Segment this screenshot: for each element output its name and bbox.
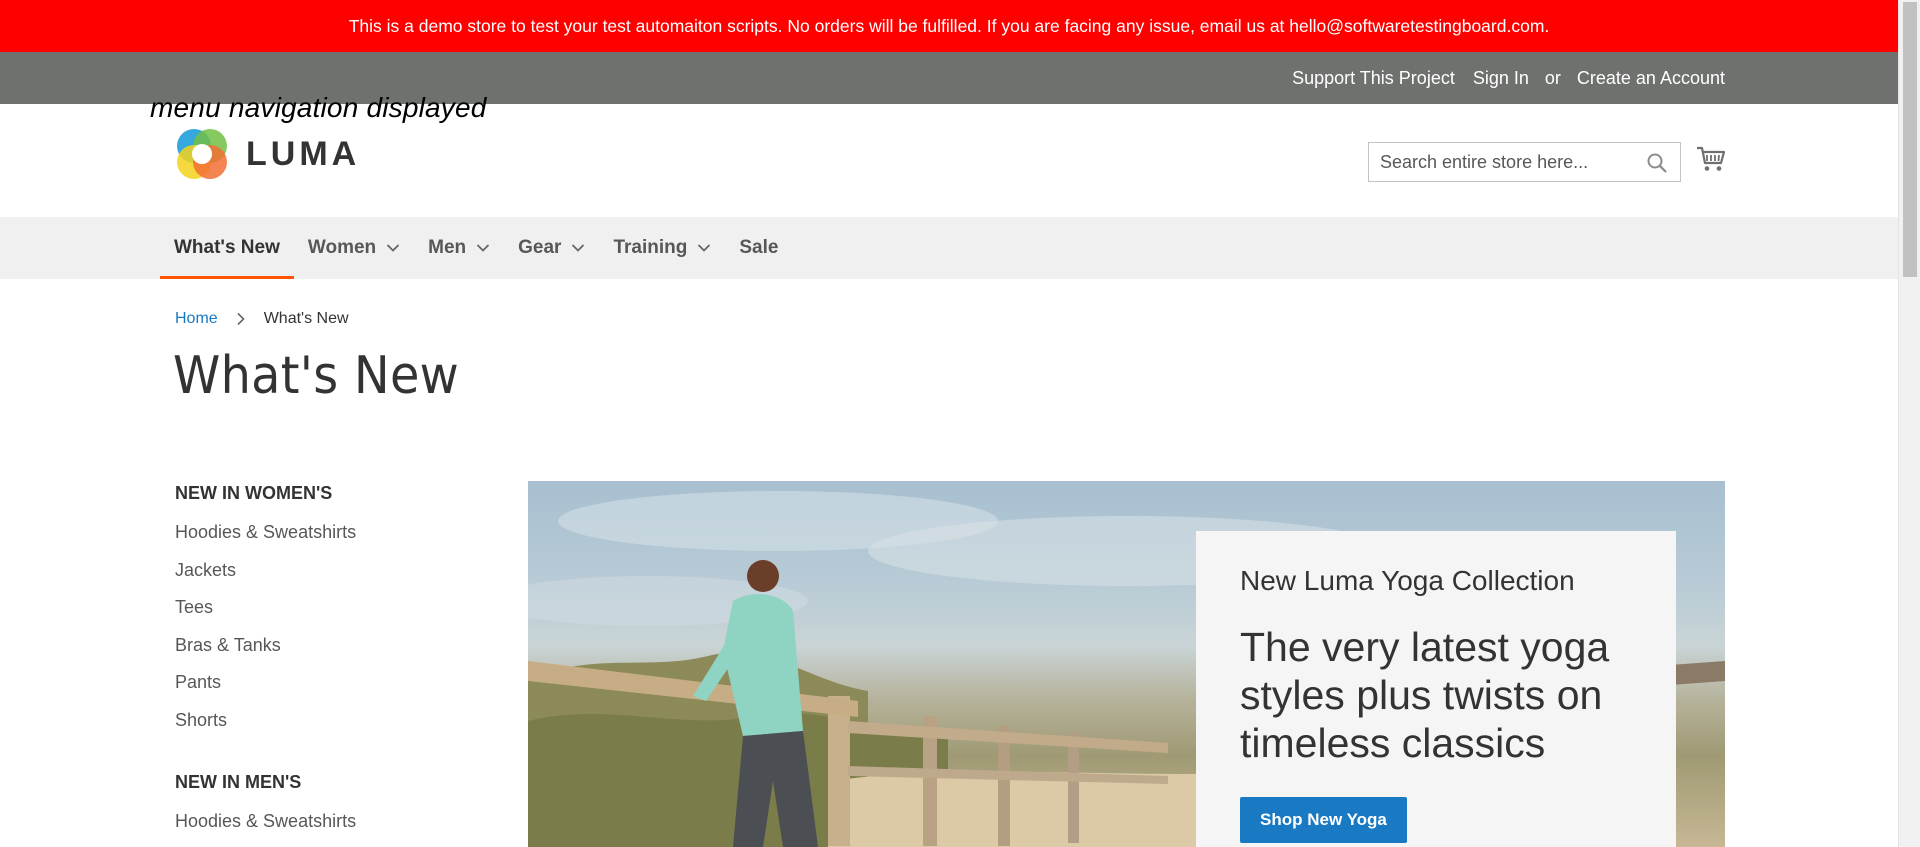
luma-logo[interactable]: LUMA — [174, 126, 360, 182]
support-project-link[interactable]: Support This Project — [1292, 68, 1455, 89]
nav-item-label: Women — [307, 237, 377, 258]
nav-item-label: Training — [613, 237, 688, 258]
or-separator: or — [1544, 67, 1561, 88]
overlay-caption: menu navigation displayed — [150, 92, 487, 123]
sidebar-item-women-pants[interactable]: Pants — [175, 664, 495, 702]
search-input[interactable] — [1369, 144, 1639, 180]
sidebar-list-men: Hoodies & Sweatshirts — [175, 803, 495, 841]
sidebar-item-women-jackets[interactable]: Jackets — [175, 552, 495, 590]
logo-text: LUMA — [246, 134, 361, 173]
sign-in-link[interactable]: Sign In — [1473, 68, 1529, 89]
chevron-down-icon — [387, 244, 400, 252]
sidebar-section-title-men: NEW IN MEN'S — [175, 772, 302, 792]
chevron-down-icon — [572, 244, 585, 252]
sidebar-item-women-tees[interactable]: Tees — [175, 589, 495, 627]
luma-logo-icon — [177, 129, 227, 179]
promo-card: New Luma Yoga Collection The very latest… — [1196, 531, 1676, 847]
nav-items: What's New Women Men Gear Training Sale — [160, 217, 792, 279]
shop-new-yoga-button[interactable]: Shop New Yoga — [1240, 797, 1407, 843]
category-sidebar: NEW IN WOMEN'S Hoodies & Sweatshirts Jac… — [175, 480, 495, 847]
nav-item-label: What's New — [174, 237, 280, 258]
nav-item-label: Men — [428, 237, 467, 258]
page-scrollbar[interactable] — [1898, 0, 1920, 847]
promo-kicker: New Luma Yoga Collection — [1240, 565, 1575, 596]
nav-item-label: Gear — [518, 237, 562, 258]
chevron-right-icon — [237, 312, 245, 326]
nav-item-sale[interactable]: Sale — [725, 217, 792, 279]
nav-item-women[interactable]: Women — [294, 217, 414, 279]
sidebar-item-women-bras-tanks[interactable]: Bras & Tanks — [175, 627, 495, 665]
chevron-down-icon — [477, 244, 490, 252]
sidebar-list-women: Hoodies & Sweatshirts Jackets Tees Bras … — [175, 514, 495, 739]
scrollbar-thumb[interactable] — [1903, 2, 1917, 277]
main-navigation: What's New Women Men Gear Training Sale — [0, 217, 1898, 279]
page: This is a demo store to test your test a… — [0, 0, 1920, 847]
nav-item-label: Sale — [739, 237, 779, 258]
nav-item-men[interactable]: Men — [414, 217, 504, 279]
search-box — [1368, 142, 1681, 182]
create-account-link[interactable]: Create an Account — [1577, 68, 1725, 89]
sidebar-section-title-women: NEW IN WOMEN'S — [175, 483, 333, 503]
header-links: Support This Project Sign In or Create a… — [1292, 52, 1725, 104]
nav-item-gear[interactable]: Gear — [504, 217, 599, 279]
promo-headline: The very latest yoga styles plus twists … — [1240, 624, 1610, 766]
nav-item-whats-new[interactable]: What's New — [160, 217, 294, 279]
breadcrumb: Home What's New — [175, 310, 349, 328]
demo-banner-text: This is a demo store to test your test a… — [348, 15, 1550, 36]
cart-icon[interactable] — [1696, 144, 1726, 174]
sidebar-item-women-shorts[interactable]: Shorts — [175, 702, 495, 740]
sidebar-item-men-hoodies[interactable]: Hoodies & Sweatshirts — [175, 803, 495, 841]
demo-store-banner: This is a demo store to test your test a… — [0, 0, 1898, 52]
breadcrumb-current: What's New — [263, 310, 349, 327]
sidebar-item-women-hoodies[interactable]: Hoodies & Sweatshirts — [175, 514, 495, 552]
page-title: What's New — [173, 346, 460, 406]
search-icon[interactable] — [1646, 152, 1668, 174]
nav-item-training[interactable]: Training — [599, 217, 725, 279]
breadcrumb-home-link[interactable]: Home — [175, 310, 218, 328]
hero-banner[interactable]: New Luma Yoga Collection The very latest… — [528, 481, 1725, 847]
chevron-down-icon — [698, 244, 711, 252]
